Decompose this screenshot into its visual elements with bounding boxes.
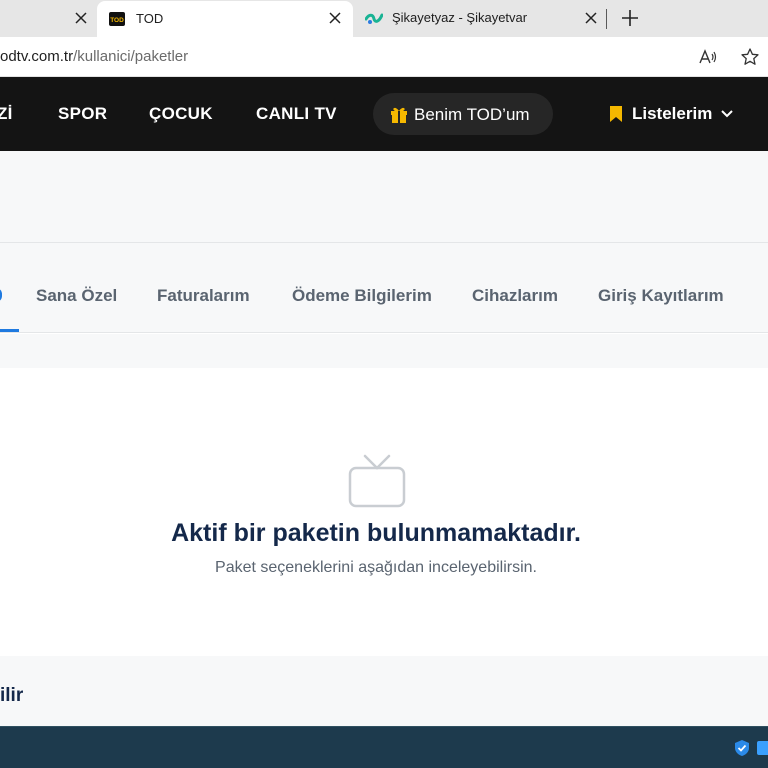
tod-logo-icon: TOD xyxy=(109,11,125,27)
tab-sana-ozel[interactable]: Sana Özel xyxy=(36,286,117,306)
empty-state-panel: Aktif bir paketin bulunmamaktadır. Paket… xyxy=(0,368,768,656)
tab-title: Şikayetyaz - Şikayetvar xyxy=(392,10,528,25)
gift-icon xyxy=(389,104,409,124)
tab-cihazlarim[interactable]: Cihazlarım xyxy=(472,286,558,306)
browser-tab-tod[interactable]: TOD TOD xyxy=(97,1,353,38)
browser-tab-previous[interactable] xyxy=(0,0,97,37)
url-path: /kullanici/paketler xyxy=(73,48,189,65)
lists-menu[interactable]: Listelerim xyxy=(609,104,734,124)
nav-item-spor[interactable]: SPOR xyxy=(58,104,107,124)
tab-title: TOD xyxy=(136,11,164,26)
sikayetvar-logo-icon xyxy=(364,10,384,26)
os-taskbar xyxy=(0,726,768,768)
nav-item-cocuk[interactable]: ÇOCUK xyxy=(149,104,213,124)
url-host: odtv.com.tr xyxy=(0,48,74,65)
lists-label: Listelerim xyxy=(632,104,713,123)
empty-state-title: Aktif bir paketin bulunmamaktadır. xyxy=(171,519,581,547)
site-navigation: Zİ SPOR ÇOCUK CANLI TV Benim TOD’um List… xyxy=(0,77,768,151)
my-tod-label: Benim TOD’um xyxy=(414,105,530,124)
account-tabs: Sana Özel Faturalarım Ödeme Bilgilerim C… xyxy=(0,243,768,333)
browser-tab-sikayetvar[interactable]: Şikayetyaz - Şikayetvar xyxy=(353,0,605,37)
packages-section: ilir xyxy=(0,656,768,726)
tray-app-icon[interactable] xyxy=(756,739,768,757)
bookmark-icon xyxy=(609,105,623,123)
tab-faturalarim[interactable]: Faturalarım xyxy=(157,286,250,306)
tab-odeme-bilgilerim[interactable]: Ödeme Bilgilerim xyxy=(292,286,432,306)
active-tab-indicator xyxy=(0,329,19,332)
nav-item-cut[interactable]: Zİ xyxy=(0,104,13,124)
tv-icon xyxy=(347,452,407,512)
tab-divider xyxy=(606,9,607,29)
nav-item-canli-tv[interactable]: CANLI TV xyxy=(256,104,337,124)
url-text[interactable]: odtv.com.tr/kullanici/paketler xyxy=(0,48,188,65)
my-tod-button[interactable]: Benim TOD’um xyxy=(373,93,553,135)
plus-icon[interactable] xyxy=(620,8,640,28)
chevron-down-icon xyxy=(720,107,734,121)
close-icon[interactable] xyxy=(327,10,343,26)
star-icon[interactable] xyxy=(740,47,760,67)
active-tab-fragment[interactable] xyxy=(0,288,2,302)
header-band xyxy=(0,151,768,243)
empty-state-subtitle: Paket seçeneklerini aşağıdan inceleyebil… xyxy=(215,559,537,576)
shield-icon[interactable] xyxy=(733,739,751,757)
section-title: ilir xyxy=(0,685,24,706)
read-aloud-icon[interactable] xyxy=(698,47,718,67)
tab-giris-kayitlarim[interactable]: Giriş Kayıtlarım xyxy=(598,286,724,306)
spacer-band xyxy=(0,334,768,368)
close-icon[interactable] xyxy=(583,10,599,26)
browser-tab-strip: TOD TOD Şikayetyaz - Şikayetvar xyxy=(0,0,768,38)
svg-text:TOD: TOD xyxy=(110,17,124,24)
address-bar[interactable]: odtv.com.tr/kullanici/paketler xyxy=(0,37,768,77)
close-icon[interactable] xyxy=(73,10,89,26)
